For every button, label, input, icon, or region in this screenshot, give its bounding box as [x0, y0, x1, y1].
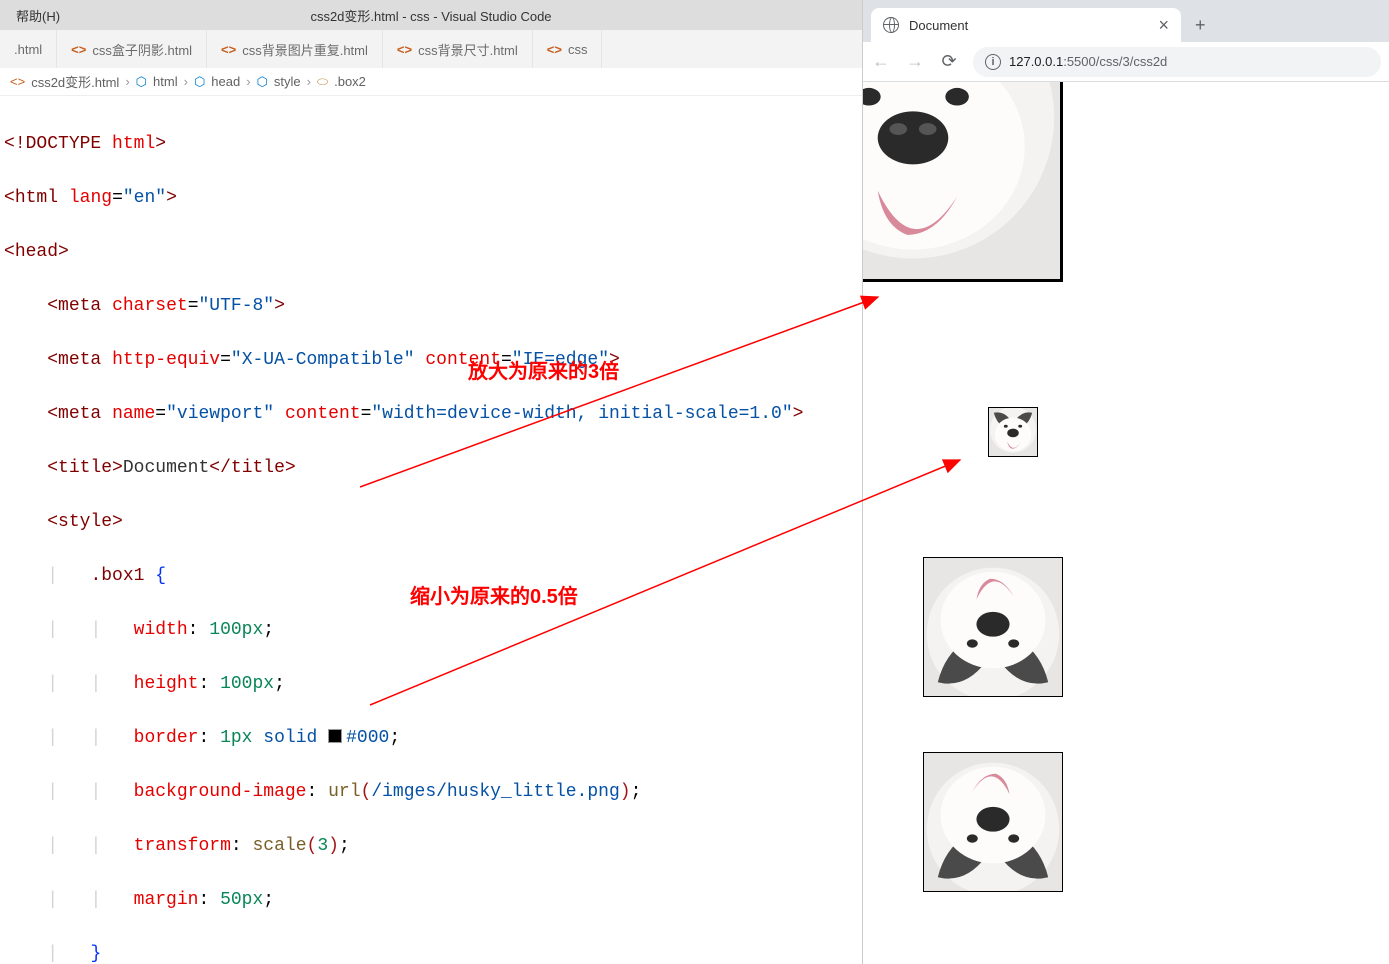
tab-label: css [568, 42, 588, 57]
html-icon: <> [71, 42, 86, 57]
breadcrumb-html[interactable]: html [153, 74, 178, 89]
preview-box4 [923, 752, 1063, 892]
annotation-zoom05: 缩小为原来的0.5倍 [410, 580, 578, 609]
preview-box2 [988, 407, 1038, 457]
html-icon: <> [221, 42, 236, 57]
window-title: css2d变形.html - css - Visual Studio Code [0, 6, 862, 25]
url-host: 127.0.0.1 [1009, 54, 1063, 69]
symbol-icon: ⬡ [257, 74, 268, 90]
husky-image-icon [863, 82, 1060, 279]
reload-button[interactable]: ⟳ [939, 51, 959, 72]
vscode-window: 帮助(H) css2d变形.html - css - Visual Studio… [0, 0, 862, 964]
address-bar[interactable]: i 127.0.0.1:5500/css/3/css2d [973, 47, 1381, 77]
breadcrumb-style[interactable]: style [274, 74, 301, 89]
browser-tab-title: Document [909, 18, 1148, 33]
husky-image-icon [924, 558, 1062, 696]
tab-1[interactable]: <> css盒子阴影.html [57, 30, 207, 68]
html-icon: <> [547, 42, 562, 57]
tab-label: css背景尺寸.html [418, 40, 518, 59]
preview-box3 [923, 557, 1063, 697]
code-doctype: !DOCTYPE [15, 134, 101, 154]
editor-tabs: .html <> css盒子阴影.html <> css背景图片重复.html <>… [0, 30, 862, 68]
info-icon[interactable]: i [985, 54, 1001, 70]
husky-image-icon [989, 408, 1037, 456]
color-swatch-black [328, 729, 342, 743]
chevron-right-icon: › [184, 74, 188, 89]
browser-tabbar: Document × + [863, 0, 1389, 42]
menu-help[interactable]: 帮助(H) [0, 6, 60, 25]
breadcrumb-box2[interactable]: .box2 [334, 74, 366, 89]
tab-label: css盒子阴影.html [92, 40, 192, 59]
globe-icon [883, 17, 899, 33]
husky-image-icon [924, 753, 1062, 891]
chevron-right-icon: › [307, 74, 311, 89]
tab-0[interactable]: .html [0, 30, 57, 68]
browser-tab[interactable]: Document × [871, 8, 1181, 42]
code-editor[interactable]: <!DOCTYPE html> <html lang="en"> <head> … [0, 96, 862, 964]
url-rest: :5500/css/3/css2d [1063, 54, 1167, 69]
browser-window: Document × + ← → ⟳ i 127.0.0.1:5500/css/… [862, 0, 1389, 964]
browser-toolbar: ← → ⟳ i 127.0.0.1:5500/css/3/css2d [863, 42, 1389, 82]
tab-4[interactable]: <> css [533, 30, 603, 68]
breadcrumb-file[interactable]: css2d变形.html [31, 72, 119, 91]
chevron-right-icon: › [125, 74, 129, 89]
tab-3[interactable]: <> css背景尺寸.html [383, 30, 533, 68]
html-icon: <> [397, 42, 412, 57]
breadcrumbs[interactable]: <> css2d变形.html › ⬡ html › ⬡ head › ⬡ st… [0, 68, 862, 96]
symbol-icon: ⬡ [194, 74, 205, 90]
new-tab-button[interactable]: + [1181, 9, 1220, 42]
back-button[interactable]: ← [871, 51, 891, 72]
titlebar: 帮助(H) css2d变形.html - css - Visual Studio… [0, 0, 862, 30]
chevron-right-icon: › [246, 74, 250, 89]
annotation-zoom3: 放大为原来的3倍 [468, 355, 619, 384]
breadcrumb-head[interactable]: head [211, 74, 240, 89]
tab-2[interactable]: <> css背景图片重复.html [207, 30, 383, 68]
symbol-class-icon: ⬭ [317, 74, 328, 90]
tab-label: .html [14, 42, 42, 57]
preview-box1 [863, 82, 1063, 282]
close-icon[interactable]: × [1158, 15, 1169, 36]
browser-viewport [863, 82, 1389, 964]
forward-button[interactable]: → [905, 51, 925, 72]
tab-label: css背景图片重复.html [242, 40, 368, 59]
html-icon: <> [10, 74, 25, 89]
symbol-icon: ⬡ [136, 74, 147, 90]
